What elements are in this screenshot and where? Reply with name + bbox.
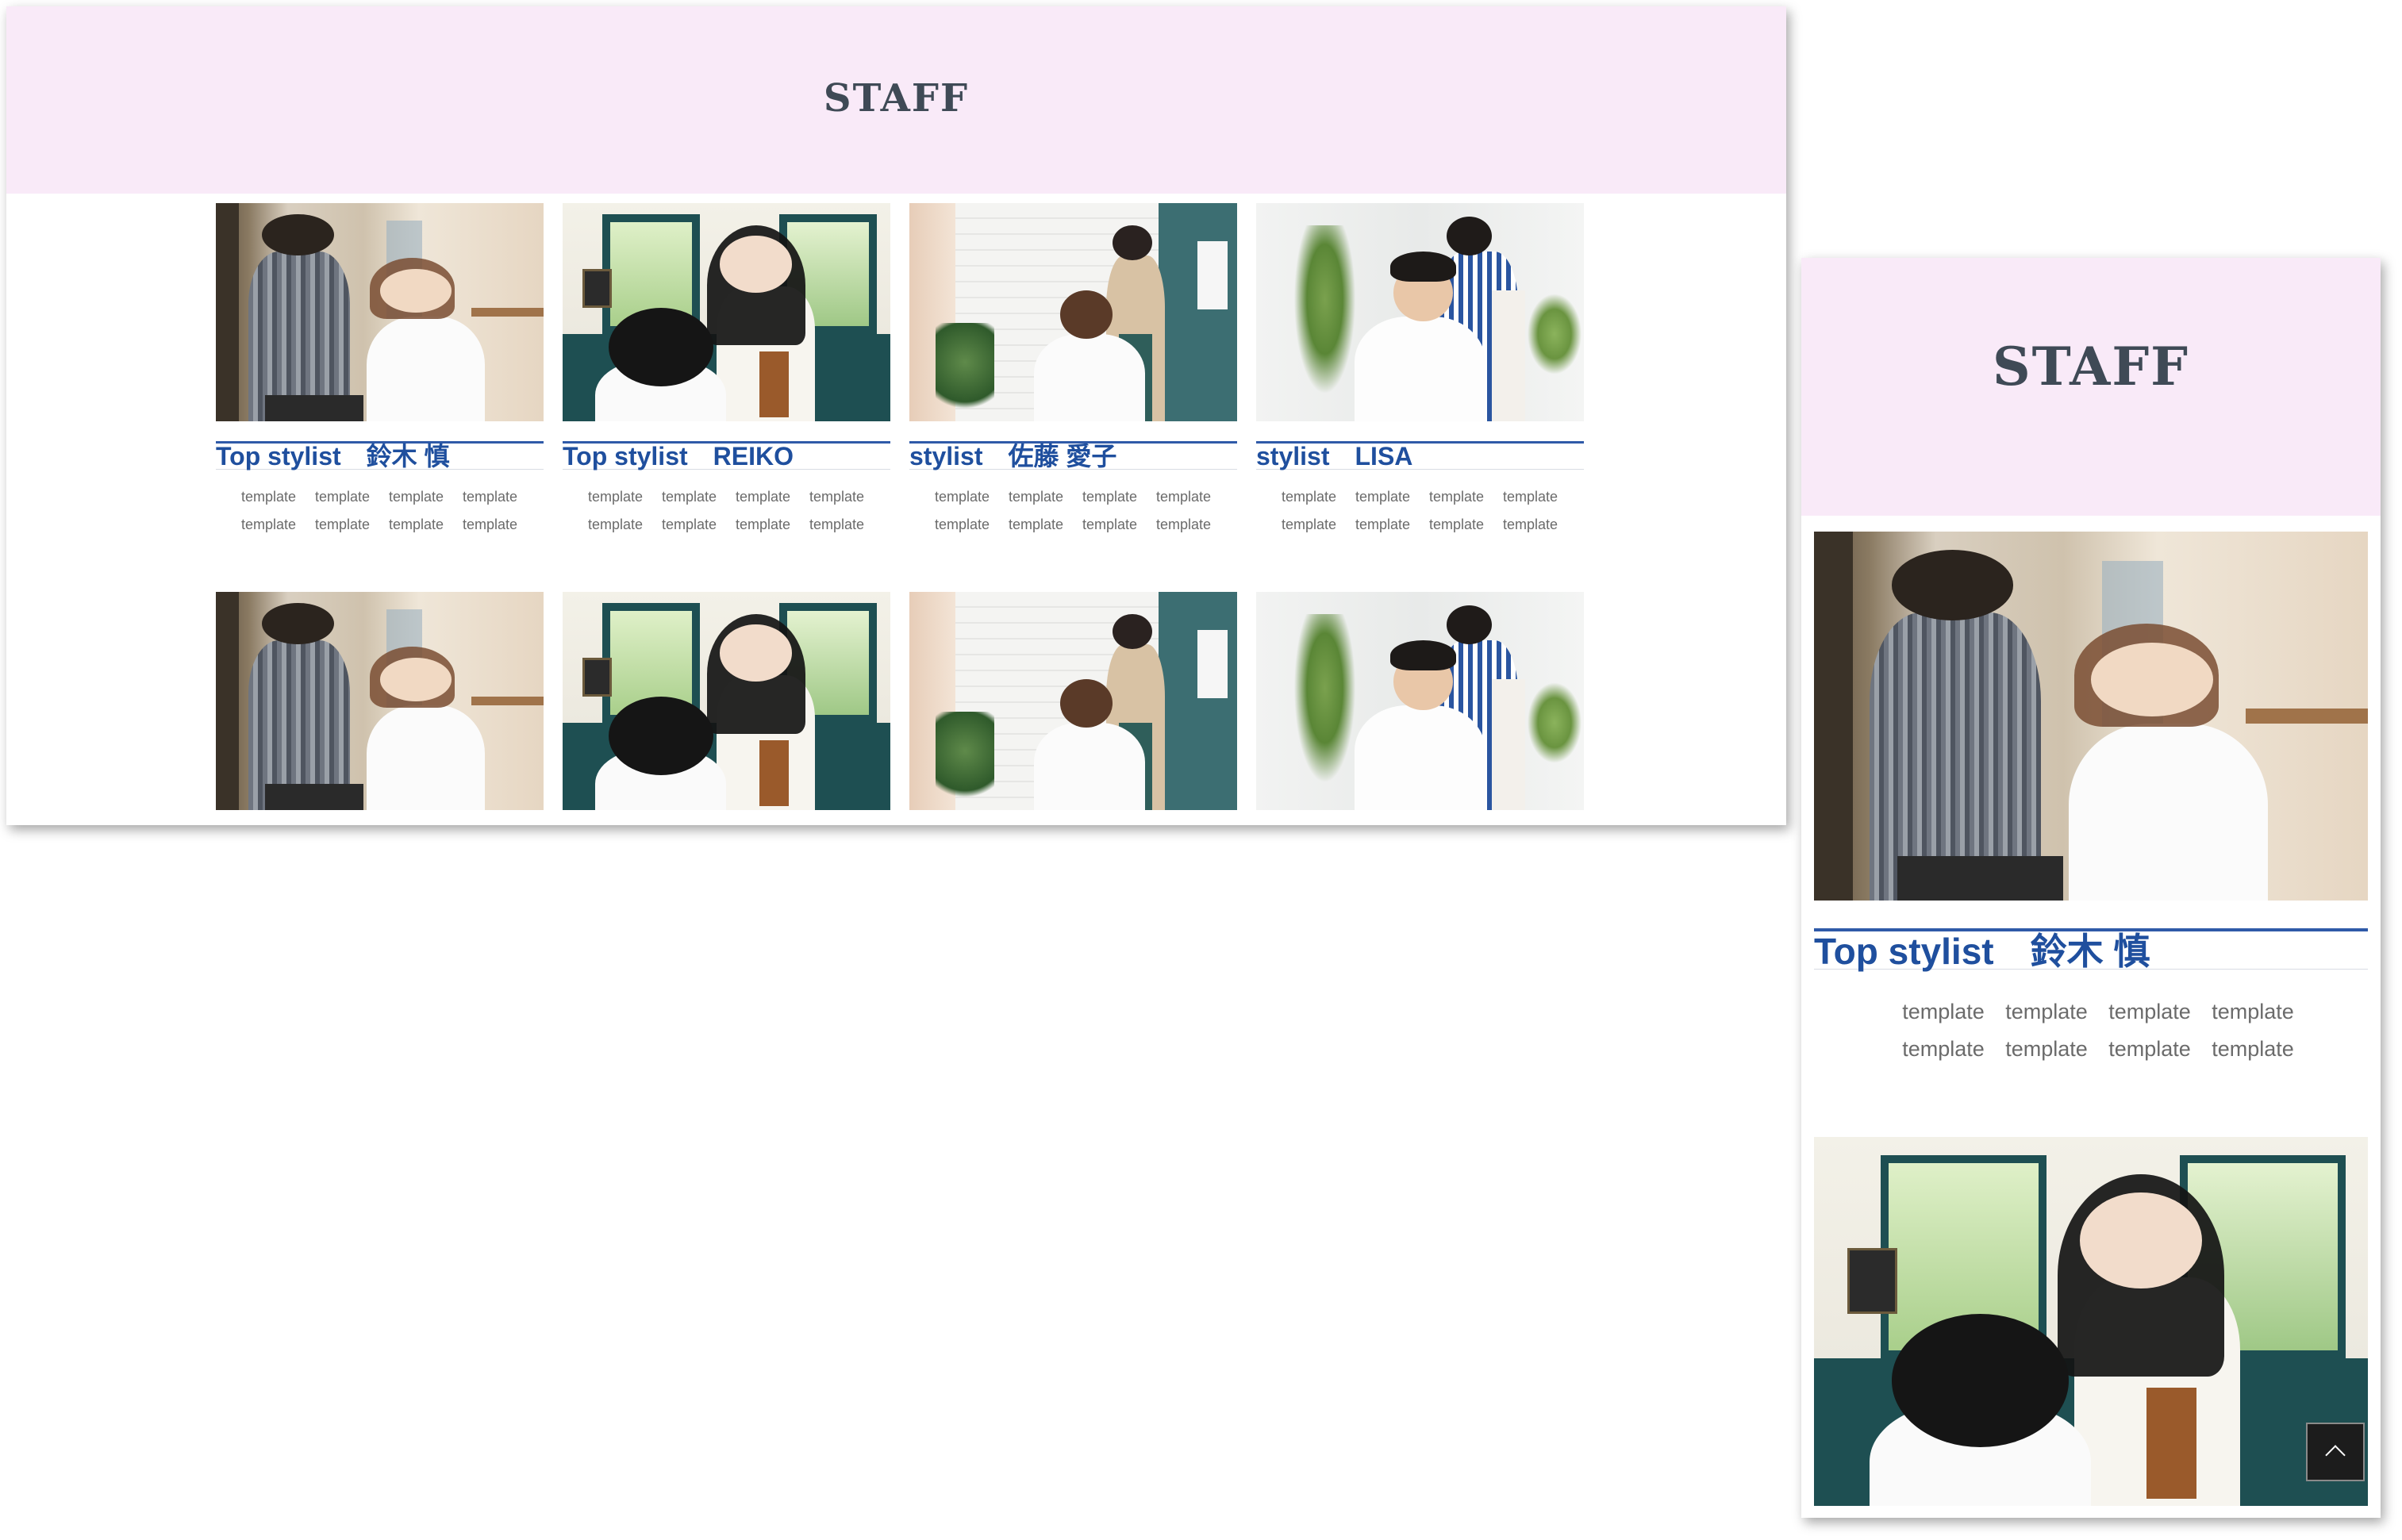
staff-role: stylist <box>909 442 983 470</box>
tag: template <box>1902 1000 1985 1023</box>
staff-role: Top stylist <box>216 442 341 470</box>
tag: template <box>2108 1000 2191 1023</box>
staff-photo[interactable] <box>216 592 544 810</box>
tag: template <box>735 517 791 532</box>
tag: template <box>809 517 865 532</box>
tag: template <box>388 517 444 532</box>
page-title: STAFF <box>1992 336 2190 397</box>
tag: template <box>1008 517 1064 532</box>
staff-name-heading: Top stylist 鈴木 慎 <box>1814 928 2368 972</box>
staff-name: 鈴木 慎 <box>2030 931 2150 972</box>
tag: template <box>934 489 990 505</box>
tag: template <box>809 489 865 505</box>
desktop-staff-section: STAFF Top stylist 鈴木 慎 template template t… <box>6 6 1786 825</box>
staff-tags: template template template template templat… <box>578 489 880 533</box>
staff-name: LISA <box>1355 442 1413 470</box>
tag: template <box>661 489 717 505</box>
tag: template <box>1155 517 1212 532</box>
staff-name: REIKO <box>713 442 794 470</box>
tag: template <box>2108 1037 2191 1061</box>
tag: template <box>934 517 990 532</box>
staff-photo[interactable] <box>563 203 890 421</box>
tag: template <box>2005 1000 2088 1023</box>
staff-role: stylist <box>1256 442 1330 470</box>
staff-tags: template template template template templat… <box>1272 489 1574 533</box>
page-title: STAFF <box>823 76 970 121</box>
staff-role: Top stylist <box>563 442 688 470</box>
tag: template <box>2212 1000 2294 1023</box>
staff-photo[interactable] <box>563 592 890 810</box>
staff-tags: template template template template templat… <box>925 489 1227 533</box>
staff-name-heading: Top stylist REIKO <box>563 441 890 470</box>
staff-name-heading: stylist LISA <box>1256 441 1584 470</box>
staff-photo[interactable] <box>909 592 1237 810</box>
staff-photo[interactable] <box>1256 592 1584 810</box>
staff-name-heading: stylist 佐藤 愛子 <box>909 441 1237 470</box>
tag: template <box>1355 489 1411 505</box>
tag: template <box>587 517 644 532</box>
tag: template <box>1155 489 1212 505</box>
tag: template <box>2212 1037 2294 1061</box>
staff-name: 鈴木 慎 <box>366 442 450 470</box>
tag: template <box>2005 1037 2088 1061</box>
tag: template <box>1502 489 1558 505</box>
tag: template <box>1082 517 1138 532</box>
tag: template <box>462 517 518 532</box>
tag: template <box>462 489 518 505</box>
tag: template <box>1281 517 1337 532</box>
staff-photo[interactable] <box>909 203 1237 421</box>
mobile-staff-section: STAFF Top stylist 鈴木 慎 template template t… <box>1801 258 2381 1518</box>
tag: template <box>1082 489 1138 505</box>
tag: template <box>1428 489 1485 505</box>
chevron-up-icon <box>2325 1445 2346 1465</box>
tag: template <box>587 489 644 505</box>
tag: template <box>314 517 371 532</box>
tag: template <box>1502 517 1558 532</box>
tag: template <box>314 489 371 505</box>
staff-name-heading: Top stylist 鈴木 慎 <box>216 441 544 470</box>
tag: template <box>240 489 297 505</box>
staff-photo[interactable] <box>216 203 544 421</box>
tag: template <box>240 517 297 532</box>
staff-hero-banner: STAFF <box>1801 258 2381 516</box>
back-to-top-button[interactable] <box>2306 1423 2365 1481</box>
staff-tags: template template template template templat… <box>232 489 533 533</box>
tag: template <box>735 489 791 505</box>
staff-photo[interactable] <box>1814 1137 2368 1506</box>
staff-photo[interactable] <box>1256 203 1584 421</box>
staff-name: 佐藤 愛子 <box>1008 442 1117 470</box>
tag: template <box>1428 517 1485 532</box>
tag: template <box>1008 489 1064 505</box>
tag: template <box>388 489 444 505</box>
staff-photo[interactable] <box>1814 532 2368 901</box>
staff-hero-banner: STAFF <box>6 6 1786 194</box>
tag: template <box>1355 517 1411 532</box>
staff-role: Top stylist <box>1814 931 1994 972</box>
tag: template <box>661 517 717 532</box>
tag: template <box>1281 489 1337 505</box>
staff-tags: template template template template templat… <box>1892 1000 2304 1062</box>
tag: template <box>1902 1037 1985 1061</box>
